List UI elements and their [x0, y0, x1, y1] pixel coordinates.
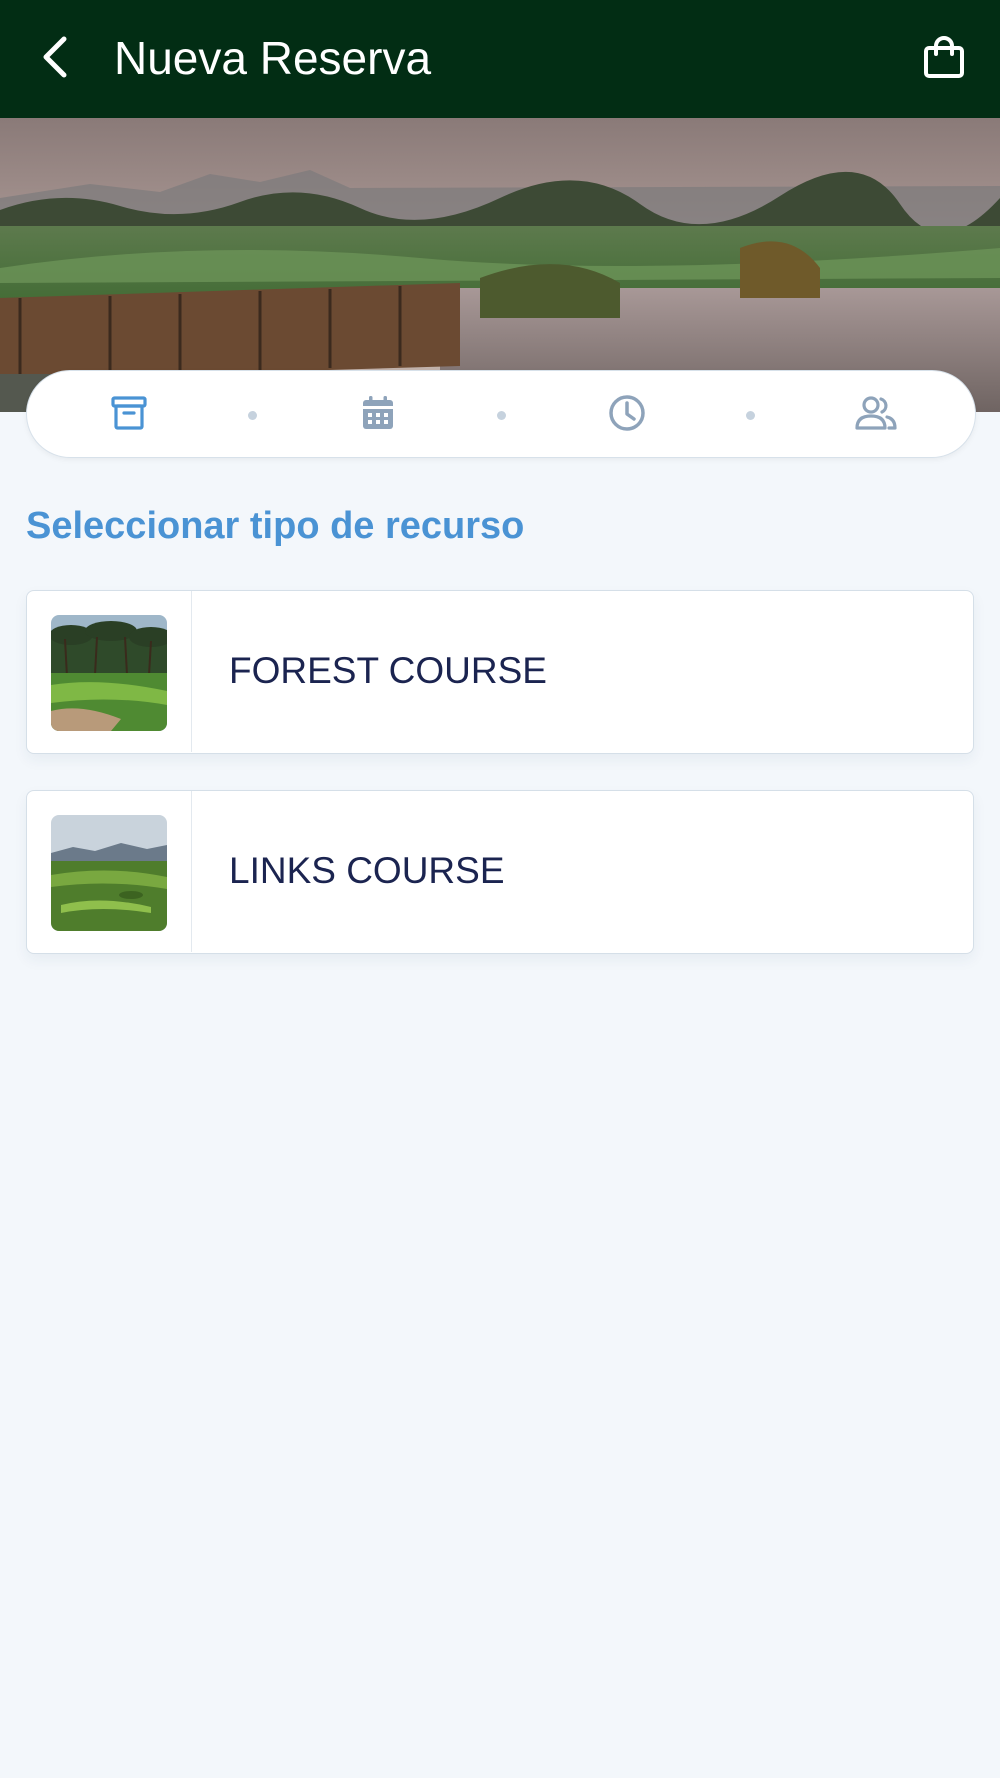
step-separator-dot: [497, 411, 506, 420]
card-thumbnail-cell: [27, 791, 192, 952]
forest-course-thumbnail: [51, 615, 167, 731]
calendar-icon: [358, 393, 398, 438]
app-bar: Nueva Reserva: [0, 0, 1000, 118]
course-card-forest[interactable]: FOREST COURSE: [26, 590, 974, 754]
section-title: Seleccionar tipo de recurso: [26, 505, 525, 547]
archive-icon: [109, 393, 149, 438]
cart-button[interactable]: [916, 32, 972, 88]
users-icon: [854, 393, 898, 438]
step-players[interactable]: [852, 391, 900, 439]
step-resource-type[interactable]: [105, 391, 153, 439]
step-separator-dot: [248, 411, 257, 420]
step-date[interactable]: [354, 391, 402, 439]
course-card-links[interactable]: LINKS COURSE: [26, 790, 974, 954]
step-separator-dot: [746, 411, 755, 420]
page: Nueva Reserva Seleccionar tipo de recurs…: [0, 0, 1000, 1778]
chevron-left-icon: [40, 35, 70, 84]
shopping-bag-icon: [922, 35, 966, 85]
booking-stepper: [26, 370, 976, 458]
page-title: Nueva Reserva: [114, 32, 432, 84]
links-course-thumbnail: [51, 815, 167, 931]
step-time[interactable]: [603, 391, 651, 439]
clock-icon: [607, 393, 647, 438]
card-thumbnail-cell: [27, 591, 192, 752]
course-label: FOREST COURSE: [229, 650, 547, 691]
back-button[interactable]: [30, 30, 80, 88]
course-label: LINKS COURSE: [229, 850, 505, 891]
hero-banner-image: [0, 118, 1000, 412]
